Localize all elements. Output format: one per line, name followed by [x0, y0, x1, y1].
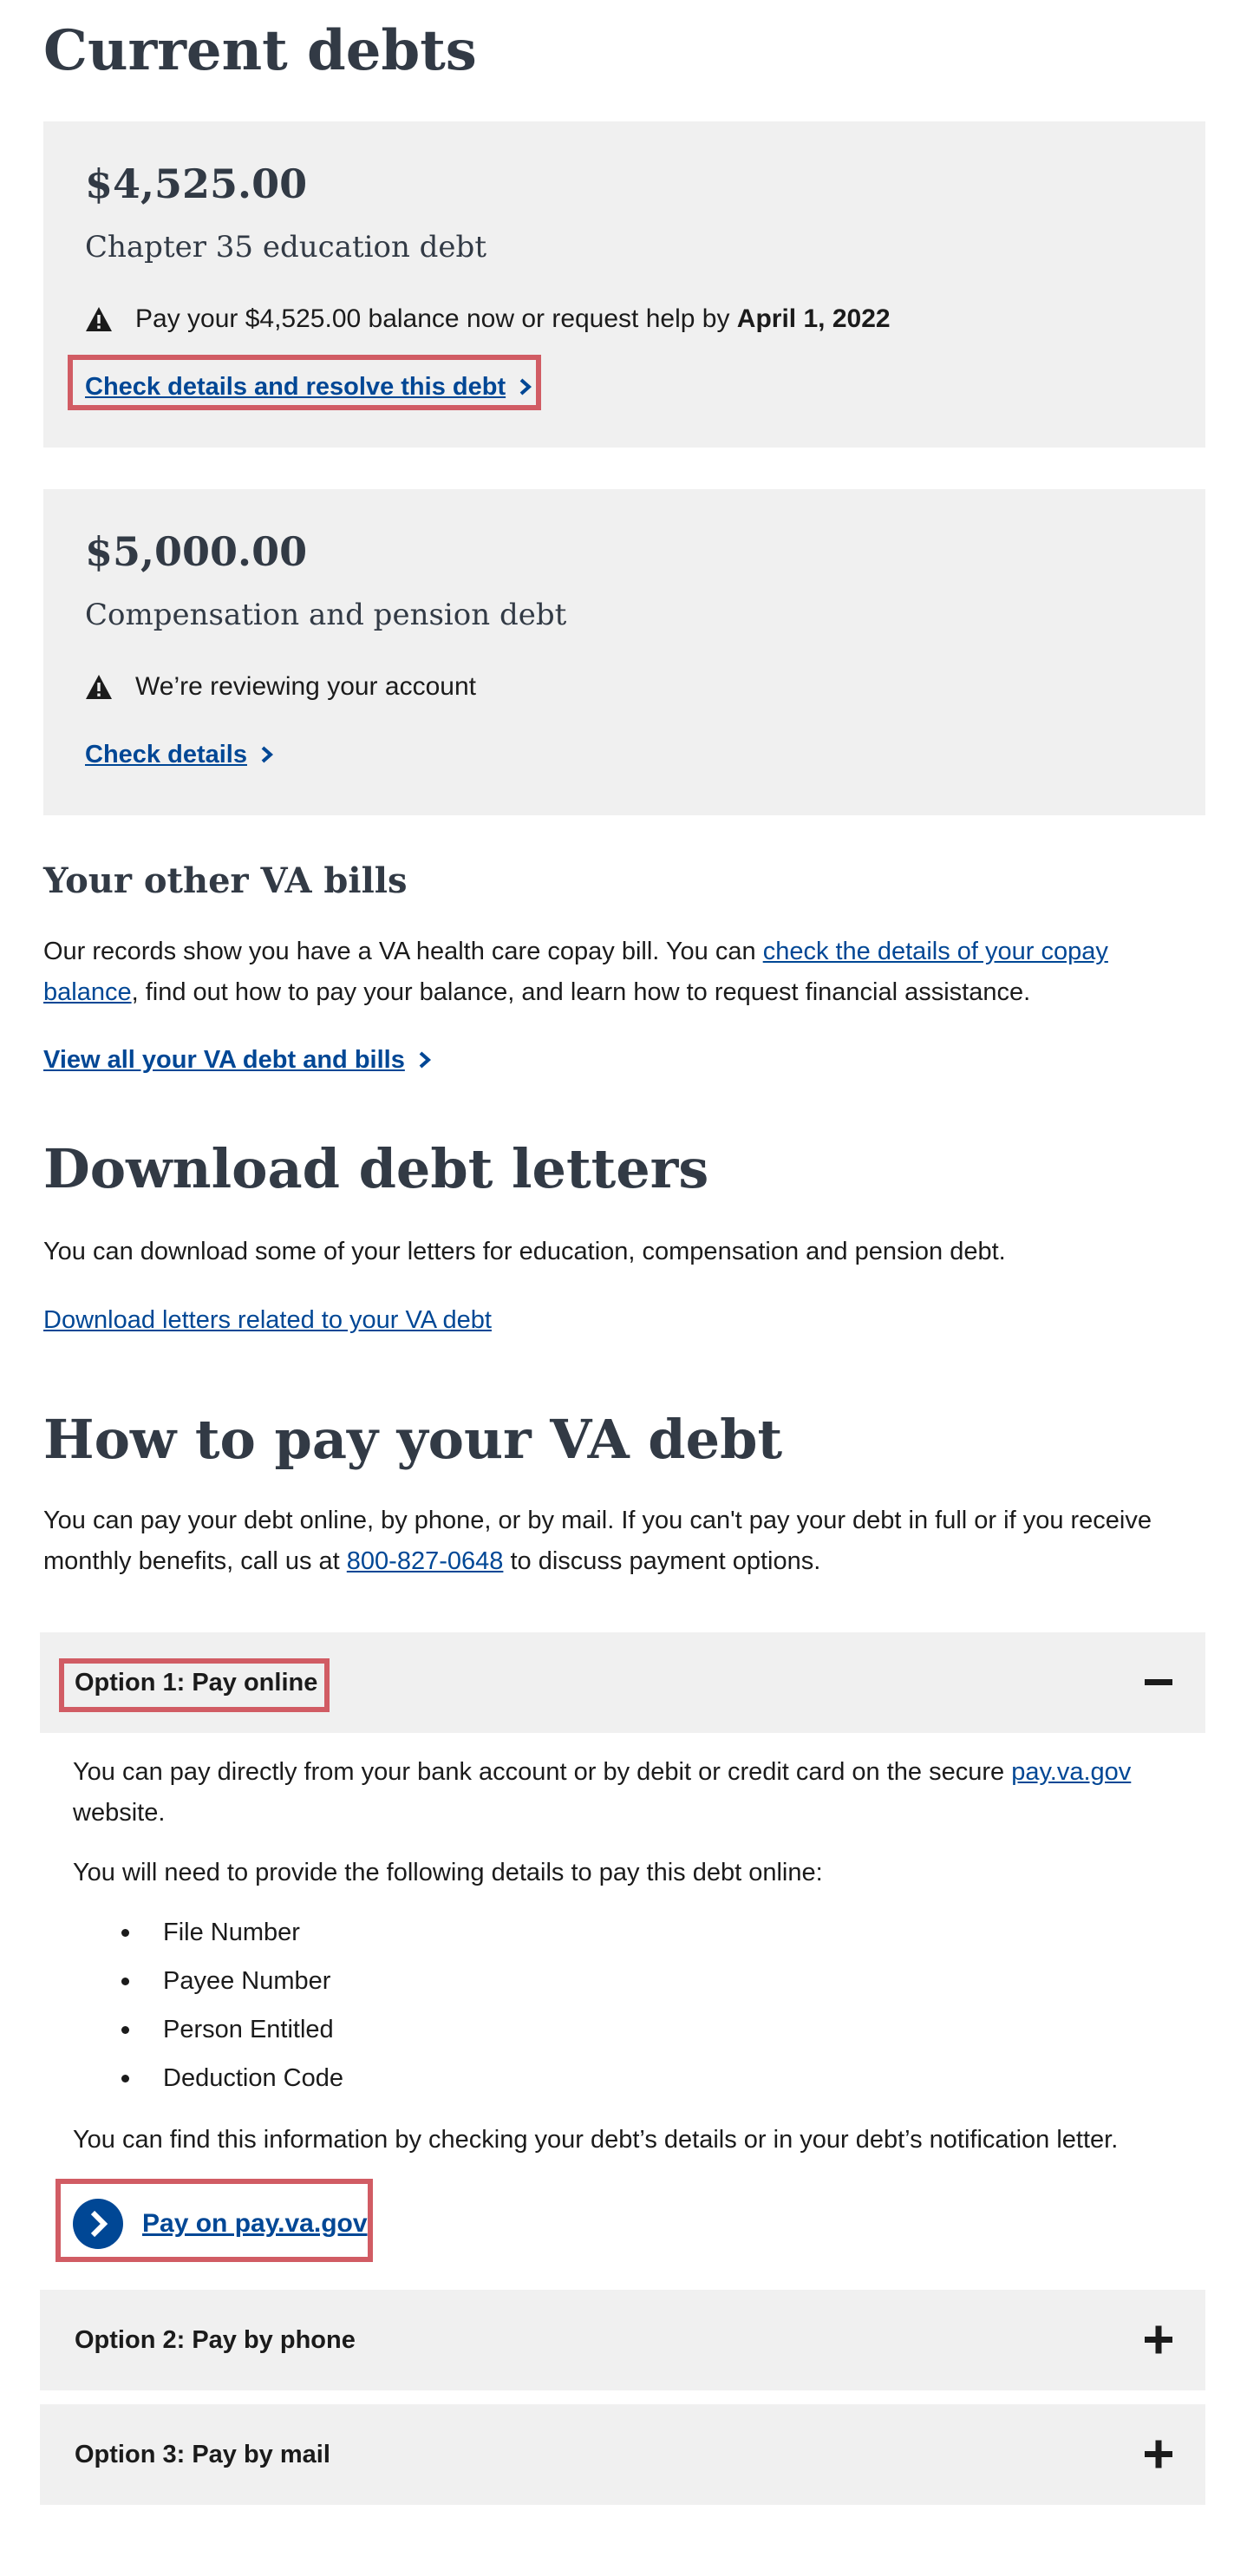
debt-amount: $4,525.00 — [85, 160, 308, 207]
page-title: Current debts — [43, 18, 477, 83]
minus-icon[interactable] — [1141, 1665, 1176, 1700]
download-letters-heading: Download debt letters — [43, 1137, 709, 1200]
resolve-debt-link-label: Check details and resolve this debt — [85, 373, 506, 401]
debt-amount: $5,000.00 — [85, 528, 308, 575]
accordion-option-1[interactable]: Option 1: Pay online — [40, 1632, 1205, 1733]
list-item: Deduction Code — [73, 2054, 343, 2102]
debt-card-education: $4,525.00 Chapter 35 education debt Pay … — [43, 121, 1205, 448]
pay-va-gov-link[interactable]: pay.va.gov — [1011, 1758, 1131, 1786]
view-all-debts-link-label: View all your VA debt and bills — [43, 1046, 405, 1074]
chevron-right-icon — [259, 745, 275, 764]
pay-online-details-intro: You will need to provide the following d… — [73, 1859, 823, 1886]
accordion-title: Option 3: Pay by mail — [75, 2440, 330, 2468]
plus-icon[interactable] — [1141, 2437, 1176, 2472]
circle-chevron-right-icon — [73, 2199, 123, 2249]
accordion-option-3[interactable]: Option 3: Pay by mail — [40, 2404, 1205, 2505]
list-item: Payee Number — [73, 1957, 343, 2005]
resolve-debt-link[interactable]: Check details and resolve this debt — [85, 368, 533, 406]
chevron-right-icon — [518, 377, 533, 396]
debt-status-text: Pay your $4,525.00 balance now or reques… — [135, 304, 737, 333]
accordion-title: Option 1: Pay online — [75, 1668, 318, 1697]
debt-card-compensation: $5,000.00 Compensation and pension debt … — [43, 489, 1205, 815]
accordion-option-2[interactable]: Option 2: Pay by phone — [40, 2290, 1205, 2390]
debt-type: Compensation and pension debt — [85, 598, 567, 632]
other-bills-text-end: , find out how to pay your balance, and … — [131, 978, 1031, 1006]
warning-icon — [85, 306, 113, 332]
pay-online-intro: You can pay directly from your bank acco… — [73, 1752, 1192, 1834]
how-to-pay-text-end: to discuss payment options. — [503, 1547, 821, 1575]
accordion-title: Option 2: Pay by phone — [75, 2325, 356, 2354]
how-to-pay-heading: How to pay your VA debt — [43, 1408, 783, 1471]
debt-status-text: We’re reviewing your account — [135, 672, 476, 701]
list-item: Person Entitled — [73, 2005, 343, 2054]
warning-icon — [85, 674, 113, 700]
plus-icon[interactable] — [1141, 2323, 1176, 2357]
debt-status: Pay your $4,525.00 balance now or reques… — [85, 300, 891, 338]
download-letters-link[interactable]: Download letters related to your VA debt — [43, 1301, 492, 1339]
check-details-link-label: Check details — [85, 741, 247, 768]
other-bills-text-start: Our records show you have a VA health ca… — [43, 938, 763, 965]
list-item: File Number — [73, 1908, 343, 1957]
other-bills-text: Our records show you have a VA health ca… — [43, 932, 1205, 1013]
other-bills-heading: Your other VA bills — [43, 860, 408, 901]
pay-online-intro-end: website. — [73, 1799, 166, 1827]
pay-online-find-info: You can find this information by checkin… — [73, 2126, 1119, 2154]
download-letters-text: You can download some of your letters fo… — [43, 1238, 1006, 1265]
view-all-debts-link[interactable]: View all your VA debt and bills — [43, 1041, 433, 1079]
phone-link[interactable]: 800-827-0648 — [347, 1547, 504, 1575]
check-details-link[interactable]: Check details — [85, 736, 275, 774]
pay-on-pay-va-gov-label: Pay on pay.va.gov — [142, 2209, 368, 2238]
pay-online-intro-start: You can pay directly from your bank acco… — [73, 1758, 1012, 1786]
pay-on-pay-va-gov-button[interactable]: Pay on pay.va.gov — [73, 2199, 368, 2249]
debt-due-date: April 1, 2022 — [736, 304, 891, 333]
debt-type: Chapter 35 education debt — [85, 230, 486, 265]
chevron-right-icon — [417, 1050, 433, 1069]
how-to-pay-text: You can pay your debt online, by phone, … — [43, 1500, 1205, 1582]
debt-status: We’re reviewing your account — [85, 668, 476, 706]
pay-online-details-list: File Number Payee Number Person Entitled… — [73, 1908, 343, 2102]
